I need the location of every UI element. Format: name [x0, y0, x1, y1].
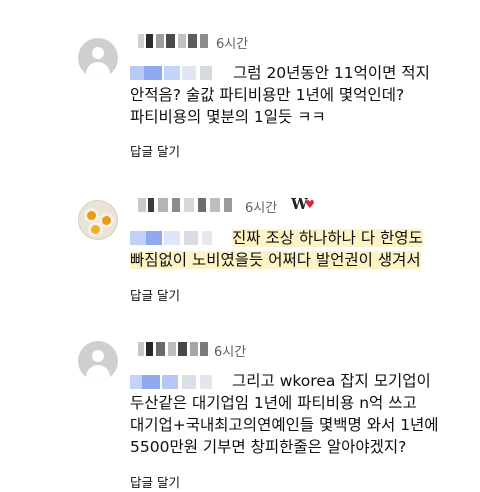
avatar[interactable] — [78, 200, 118, 240]
comment-text: 진짜 조상 하나하나 다 한영도 빠짐없이 노비였을듯 어쩌다 발언권이 생겨서 — [130, 227, 423, 271]
comment-line: 그리고 wkorea 잡지 모기업이 — [232, 372, 431, 390]
avatar[interactable] — [78, 341, 118, 381]
person-head-icon — [92, 350, 104, 362]
comment-line: 5500만원 기부면 창피한줄은 알아야겠지? — [130, 438, 407, 456]
avatar[interactable] — [78, 38, 118, 78]
comment-line: 그럼 20년동안 11억이면 적지 — [233, 64, 430, 82]
comment-line: 대기업+국내최고의연예인들 몇백명 와서 1년에 — [130, 416, 439, 434]
comment-line: 안적음? 술값 파티비용만 1년에 몇억인데? — [130, 86, 405, 104]
username-blurred[interactable] — [138, 340, 212, 358]
egg-icon — [88, 222, 103, 237]
comment-timestamp: 6시간 — [214, 345, 247, 360]
username-blurred[interactable] — [138, 196, 240, 214]
comment-text: 그리고 wkorea 잡지 모기업이 두산같은 대기업임 1년에 파티비용 n억… — [130, 370, 439, 458]
heart-icon[interactable]: ♥ — [305, 198, 315, 211]
egg-icon — [84, 208, 99, 223]
reply-button[interactable]: 답글 달기 — [130, 285, 180, 304]
username-blurred[interactable] — [138, 32, 214, 50]
reply-button[interactable]: 답글 달기 — [130, 472, 180, 491]
comment-line: 두산같은 대기업임 1년에 파티비용 n억 쓰고 — [130, 394, 417, 412]
highlighted-comment-line: 진짜 조상 하나하나 다 한영도 — [232, 229, 423, 247]
comment-text: 그럼 20년동안 11억이면 적지 안적음? 술값 파티비용만 1년에 몇억인데… — [130, 62, 430, 128]
highlighted-comment-line: 빠짐없이 노비였을듯 어쩌다 발언권이 생겨서 — [130, 251, 421, 269]
person-body-icon — [86, 365, 110, 381]
person-head-icon — [92, 47, 104, 59]
comment-timestamp: 6시간 — [245, 201, 278, 216]
comment-timestamp: 6시간 — [216, 37, 249, 52]
reply-button[interactable]: 답글 달기 — [130, 141, 180, 160]
comment-line: 파티비용의 몇분의 1일듯 ㅋㅋ — [130, 108, 326, 126]
person-body-icon — [86, 62, 110, 78]
